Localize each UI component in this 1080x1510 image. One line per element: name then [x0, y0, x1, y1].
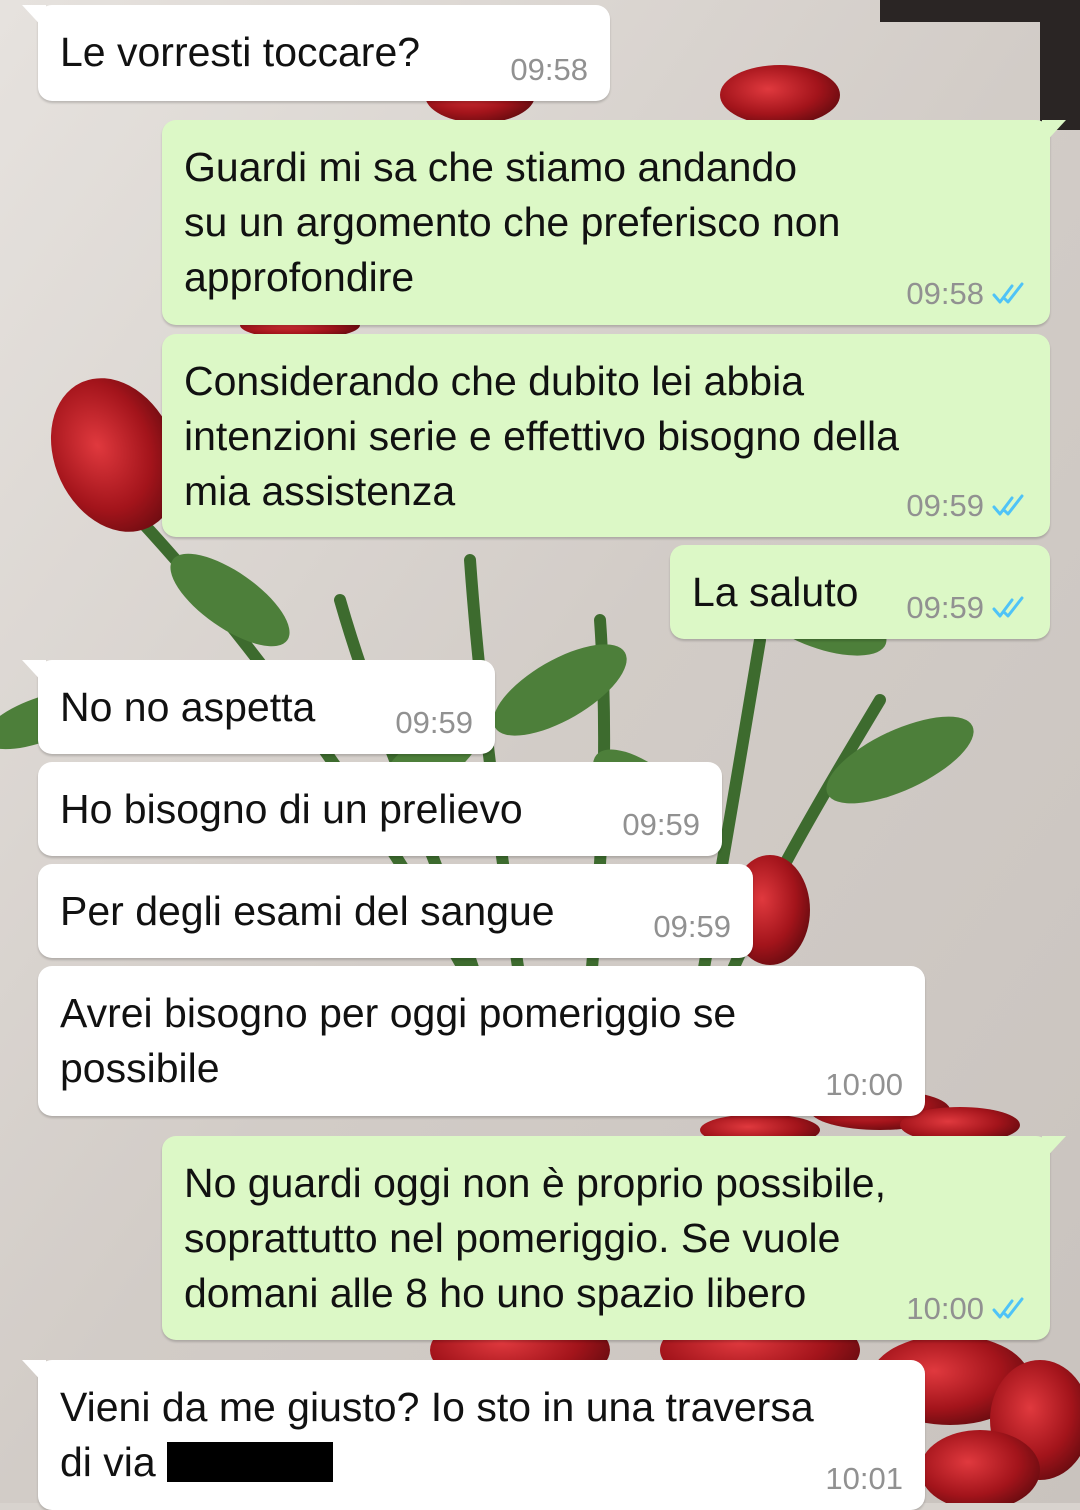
bubble-tail: [1042, 1136, 1066, 1162]
message-bubble-incoming[interactable]: Le vorresti toccare? 09:58: [22, 5, 610, 101]
message-bubble-outgoing[interactable]: Guardi mi sa che stiamo andando su un ar…: [162, 120, 1066, 325]
read-ticks-icon: [992, 596, 1024, 618]
message-bubble-outgoing[interactable]: La saluto 09:59: [670, 545, 1050, 639]
bubble-tail: [22, 660, 46, 686]
message-timestamp: 09:59: [395, 705, 473, 740]
message-timestamp: 10:00: [906, 1291, 984, 1326]
message-timestamp: 10:00: [825, 1067, 903, 1102]
message-bubble-incoming[interactable]: Ho bisogno di un prelievo 09:59: [38, 762, 722, 856]
message-timestamp: 09:59: [906, 590, 984, 625]
message-bubble-incoming[interactable]: Avrei bisogno per oggi pomeriggio se pos…: [38, 966, 925, 1116]
bubble-tail: [22, 1360, 46, 1386]
message-text: Per degli esami del sangue: [60, 888, 555, 934]
message-text: Vieni da me giusto? Io sto in una traver…: [60, 1384, 814, 1485]
message-text: Considerando che dubito lei abbia intenz…: [184, 358, 899, 514]
message-text: No no aspetta: [60, 684, 316, 730]
bubble-tail: [22, 5, 46, 31]
message-bubble-incoming[interactable]: No no aspetta 09:59: [22, 660, 495, 754]
message-timestamp: 09:59: [622, 807, 700, 842]
message-timestamp: 09:59: [906, 488, 984, 523]
message-timestamp: 10:01: [825, 1461, 903, 1496]
message-bubble-incoming[interactable]: Per degli esami del sangue 09:59: [38, 864, 753, 958]
message-text: La saluto: [692, 569, 859, 615]
message-text: No guardi oggi non è proprio possibile, …: [184, 1160, 887, 1316]
message-timestamp: 09:58: [510, 52, 588, 87]
read-ticks-icon: [992, 282, 1024, 304]
message-text: Guardi mi sa che stiamo andando su un ar…: [184, 144, 841, 300]
message-bubble-outgoing[interactable]: Considerando che dubito lei abbia intenz…: [162, 334, 1050, 537]
message-bubble-incoming[interactable]: Vieni da me giusto? Io sto in una traver…: [22, 1360, 925, 1510]
message-text: Ho bisogno di un prelievo: [60, 786, 523, 832]
message-bubble-outgoing[interactable]: No guardi oggi non è proprio possibile, …: [162, 1136, 1066, 1340]
read-ticks-icon: [992, 494, 1024, 516]
read-ticks-icon: [992, 1297, 1024, 1319]
message-timestamp: 09:59: [653, 909, 731, 944]
message-text: Le vorresti toccare?: [60, 29, 421, 75]
redaction-bar: [167, 1442, 334, 1482]
message-text: Avrei bisogno per oggi pomeriggio se pos…: [60, 990, 737, 1091]
message-timestamp: 09:58: [906, 276, 984, 311]
bubble-tail: [1042, 120, 1066, 146]
